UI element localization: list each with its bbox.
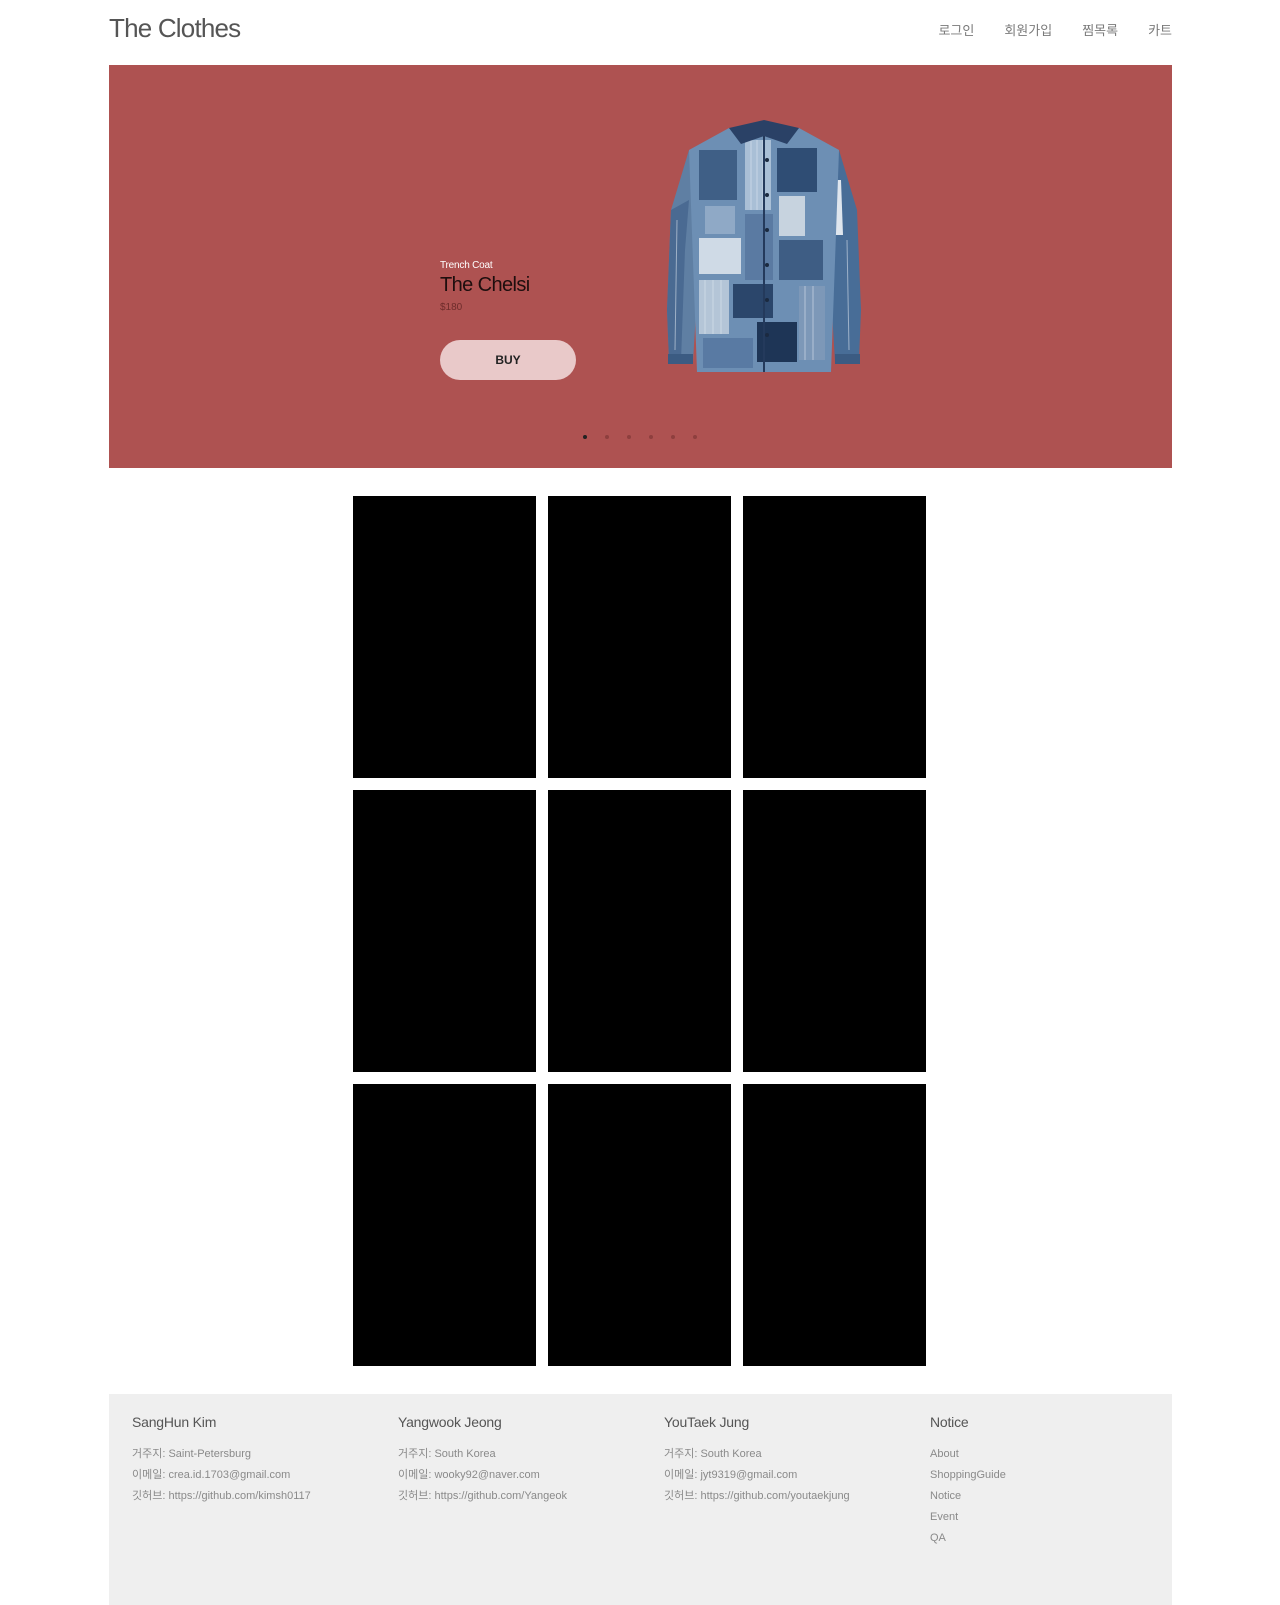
slider-dot-2[interactable]: [605, 435, 609, 439]
hero-slider: Trench Coat The Chelsi $180 BUY: [109, 65, 1172, 468]
slider-dots: [583, 435, 697, 439]
footer-link-qa[interactable]: QA: [930, 1528, 1006, 1549]
product-tile[interactable]: [743, 1084, 926, 1366]
footer-member-name: Yangwook Jeong: [398, 1414, 502, 1430]
top-nav: 로그인 회원가입 찜목록 카트: [938, 20, 1172, 39]
footer-member-github: 깃허브: https://github.com/kimsh0117: [132, 1490, 311, 1502]
site-footer: SangHun Kim 거주지: Saint-Petersburg 이메일: c…: [109, 1394, 1172, 1605]
footer-member-column: Yangwook Jeong 거주지: South Korea 이메일: woo…: [398, 1414, 567, 1507]
footer-member-column: SangHun Kim 거주지: Saint-Petersburg 이메일: c…: [132, 1414, 311, 1507]
product-tile[interactable]: [548, 1084, 731, 1366]
footer-member-email: 이메일: wooky92@naver.com: [398, 1469, 540, 1481]
slider-dot-1[interactable]: [583, 435, 587, 439]
product-tile[interactable]: [353, 1084, 536, 1366]
slider-dot-6[interactable]: [693, 435, 697, 439]
hero-product-image[interactable]: [659, 110, 869, 380]
footer-link-about[interactable]: About: [930, 1444, 1006, 1465]
slider-dot-4[interactable]: [649, 435, 653, 439]
product-tile[interactable]: [743, 790, 926, 1072]
footer-member-address: 거주지: South Korea: [664, 1448, 762, 1460]
footer-member-github: 깃허브: https://github.com/Yangeok: [398, 1490, 567, 1502]
footer-member-email: 이메일: jyt9319@gmail.com: [664, 1469, 798, 1481]
footer-member-column: YouTaek Jung 거주지: South Korea 이메일: jyt93…: [664, 1414, 850, 1507]
slider-dot-5[interactable]: [671, 435, 675, 439]
footer-member-github: 깃허브: https://github.com/youtaekjung: [664, 1490, 850, 1502]
hero-title: The Chelsi: [440, 274, 530, 296]
footer-notice-column: Notice About ShoppingGuide Notice Event …: [930, 1414, 1006, 1549]
product-tile[interactable]: [743, 496, 926, 778]
product-tile[interactable]: [548, 790, 731, 1072]
nav-login-link[interactable]: 로그인: [938, 20, 974, 39]
hero-category: Trench Coat: [440, 260, 493, 271]
footer-link-shopping-guide[interactable]: ShoppingGuide: [930, 1465, 1006, 1486]
product-tile[interactable]: [353, 496, 536, 778]
footer-member-name: SangHun Kim: [132, 1414, 217, 1430]
footer-member-name: YouTaek Jung: [664, 1414, 750, 1430]
hero-price: $180: [440, 302, 463, 313]
brand-logo[interactable]: The Clothes: [109, 13, 241, 44]
product-tile[interactable]: [353, 790, 536, 1072]
shirt-icon: [667, 120, 861, 372]
product-grid: [353, 496, 927, 1366]
product-tile[interactable]: [548, 496, 731, 778]
footer-link-notice[interactable]: Notice: [930, 1486, 1006, 1507]
footer-member-address: 거주지: Saint-Petersburg: [132, 1448, 252, 1460]
buy-button[interactable]: BUY: [440, 340, 576, 380]
nav-cart-link[interactable]: 카트: [1148, 20, 1172, 39]
slider-dot-3[interactable]: [627, 435, 631, 439]
footer-link-event[interactable]: Event: [930, 1507, 1006, 1528]
footer-member-email: 이메일: crea.id.1703@gmail.com: [132, 1469, 291, 1481]
site-header: The Clothes 로그인 회원가입 찜목록 카트: [109, 0, 1172, 64]
footer-member-address: 거주지: South Korea: [398, 1448, 496, 1460]
footer-notice-heading: Notice: [930, 1414, 969, 1430]
hero-text-block: Trench Coat The Chelsi $180: [440, 260, 530, 313]
nav-signup-link[interactable]: 회원가입: [1004, 20, 1052, 39]
nav-wishlist-link[interactable]: 찜목록: [1082, 20, 1118, 39]
